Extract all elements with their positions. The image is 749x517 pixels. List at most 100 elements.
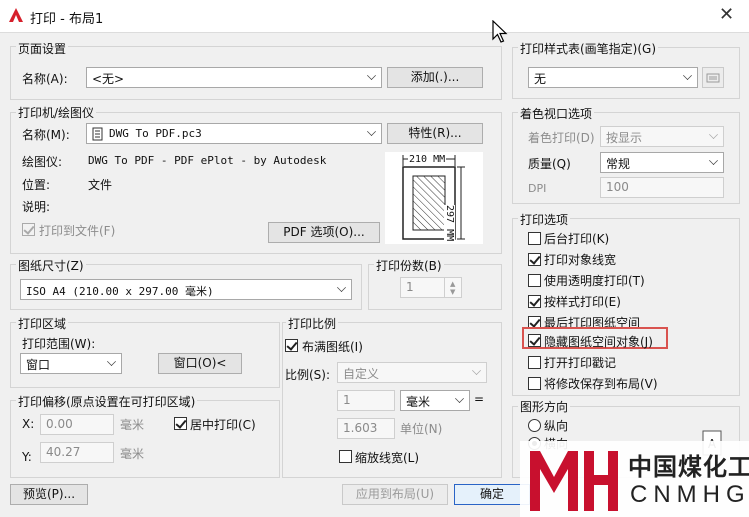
dpi-label: DPI [528, 182, 547, 195]
watermark-brand-en: CNMHG [630, 481, 749, 508]
save-to-layout-checkbox[interactable] [528, 377, 541, 390]
preview-width-label: 210 MM [408, 154, 447, 165]
quality-dropdown[interactable]: 常规 [600, 152, 724, 173]
plot-transparency-label: 使用透明度打印(T) [544, 274, 645, 288]
plot-lineweights-label: 打印对象线宽 [544, 253, 617, 267]
offset-y-label: Y: [22, 450, 32, 464]
fit-to-paper-checkbox[interactable] [285, 339, 298, 352]
scale-dropdown[interactable]: 自定义 [337, 362, 487, 383]
chevron-down-icon [709, 156, 718, 165]
printer-title: 打印机/绘图仪 [16, 104, 97, 121]
printer-name-label: 名称(M): [22, 128, 70, 142]
plot-range-label: 打印范围(W): [22, 337, 96, 351]
scale-value: 自定义 [343, 367, 380, 381]
close-icon[interactable]: ✕ [719, 4, 734, 25]
chevron-down-icon [455, 394, 464, 403]
plot-area-title: 打印区域 [16, 315, 69, 332]
hide-paperspace-objects-checkbox[interactable] [528, 334, 541, 347]
edit-plot-style-button[interactable] [702, 67, 724, 88]
printer-name-dropdown[interactable]: DWG To PDF.pc3 [86, 123, 382, 144]
chevron-down-icon [472, 366, 481, 375]
properties-button[interactable]: 特性(R)... [387, 123, 483, 144]
spin-down-icon[interactable]: ▼ [450, 288, 455, 296]
plot-lineweights-checkbox[interactable] [528, 253, 541, 266]
chevron-down-icon [337, 283, 346, 292]
add-page-setup-button[interactable]: 添加(.)... [387, 67, 483, 88]
offset-x-input[interactable]: 0.00 [40, 414, 114, 435]
shade-plot-value: 按显示 [606, 131, 643, 145]
print-to-file-checkbox[interactable] [22, 223, 35, 236]
plot-style-dropdown[interactable]: 无 [528, 67, 698, 88]
ok-button[interactable]: 确定 [454, 484, 530, 505]
dpi-input[interactable]: 100 [600, 177, 724, 198]
fit-to-paper-label: 布满图纸(I) [302, 340, 363, 354]
apply-to-layout-button[interactable]: 应用到布局(U) [342, 484, 448, 505]
watermark-logo [530, 451, 618, 511]
scale-equals: = [474, 392, 485, 406]
description-label: 说明: [22, 200, 51, 214]
printer-icon [92, 127, 103, 141]
page-setup-name-label: 名称(A): [22, 72, 68, 86]
chevron-down-icon [367, 127, 376, 136]
scale-lineweights-checkbox[interactable] [339, 450, 352, 463]
plot-stamp-checkbox[interactable] [528, 356, 541, 369]
portrait-label: 纵向 [544, 419, 569, 433]
location-label: 位置: [22, 178, 51, 192]
offset-y-input[interactable]: 40.27 [40, 442, 114, 463]
scale-denominator-input[interactable]: 1.603 [337, 418, 395, 439]
plot-options-title: 打印选项 [518, 211, 571, 228]
plot-style-value: 无 [534, 72, 547, 86]
chevron-down-icon [367, 71, 376, 80]
offset-x-unit: 毫米 [120, 418, 145, 432]
print-to-file-label: 打印到文件(F) [39, 224, 116, 238]
chevron-down-icon [683, 71, 692, 80]
plot-with-styles-label: 按样式打印(E) [544, 295, 621, 309]
plot-transparency-checkbox[interactable] [528, 274, 541, 287]
page-setup-name-value: <无> [92, 72, 125, 86]
plot-offset-title: 打印偏移(原点设置在可打印区域) [16, 393, 198, 410]
background-plot-checkbox[interactable] [528, 232, 541, 245]
paper-size-value: ISO A4 (210.00 x 297.00 毫米) [26, 285, 214, 298]
chevron-down-icon [709, 130, 718, 139]
plot-style-title: 打印样式表(画笔指定)(G) [518, 40, 659, 57]
scale-label: 比例(S): [285, 368, 331, 382]
scale-lineweights-label: 缩放线宽(L) [355, 451, 420, 465]
center-plot-label: 居中打印(C) [190, 418, 256, 432]
plotter-value: DWG To PDF - PDF ePlot - by Autodesk [88, 154, 327, 167]
paper-size-dropdown[interactable]: ISO A4 (210.00 x 297.00 毫米) [20, 279, 352, 300]
scale-denominator-unit: 单位(N) [400, 422, 443, 436]
plot-with-styles-checkbox[interactable] [528, 295, 541, 308]
edit-style-icon [706, 73, 720, 83]
copies-title: 打印份数(B) [374, 257, 444, 274]
preview-button[interactable]: 预览(P)... [10, 484, 88, 505]
paper-preview [385, 152, 483, 244]
center-plot-checkbox[interactable] [174, 417, 187, 430]
save-to-layout-label: 将修改保存到布局(V) [544, 377, 658, 391]
scale-numerator-input[interactable]: 1 [337, 390, 395, 411]
shade-plot-label: 着色打印(D) [528, 131, 595, 145]
mouse-cursor-icon [492, 20, 508, 43]
plot-offset-group [10, 400, 280, 478]
window-select-button[interactable]: 窗口(O)< [158, 353, 242, 374]
scale-unit-dropdown[interactable]: 毫米 [400, 390, 470, 411]
pdf-options-button[interactable]: PDF 选项(O)... [268, 222, 380, 243]
page-setup-name-dropdown[interactable]: <无> [86, 67, 382, 88]
spin-up-icon[interactable]: ▲ [450, 280, 455, 288]
location-value: 文件 [88, 178, 113, 192]
paper-size-title: 图纸尺寸(Z) [16, 257, 86, 274]
plotter-label: 绘图仪: [22, 155, 63, 169]
copies-spinner[interactable]: ▲ ▼ [444, 278, 462, 297]
portrait-radio[interactable] [528, 419, 541, 432]
shade-plot-dropdown[interactable]: 按显示 [600, 126, 724, 147]
autocad-app-icon [9, 8, 23, 22]
offset-x-label: X: [22, 417, 35, 431]
orientation-title: 图形方向 [518, 398, 571, 415]
watermark-brand-cn: 中国煤化工 [628, 453, 749, 481]
chevron-down-icon [107, 357, 116, 366]
background-plot-label: 后台打印(K) [544, 232, 610, 246]
hide-paperspace-objects-label: 隐藏图纸空间对象(J) [544, 335, 653, 349]
quality-label: 质量(Q) [528, 157, 571, 171]
plot-range-dropdown[interactable]: 窗口 [20, 353, 122, 374]
quality-value: 常规 [606, 157, 631, 171]
scale-unit-value: 毫米 [406, 395, 431, 409]
